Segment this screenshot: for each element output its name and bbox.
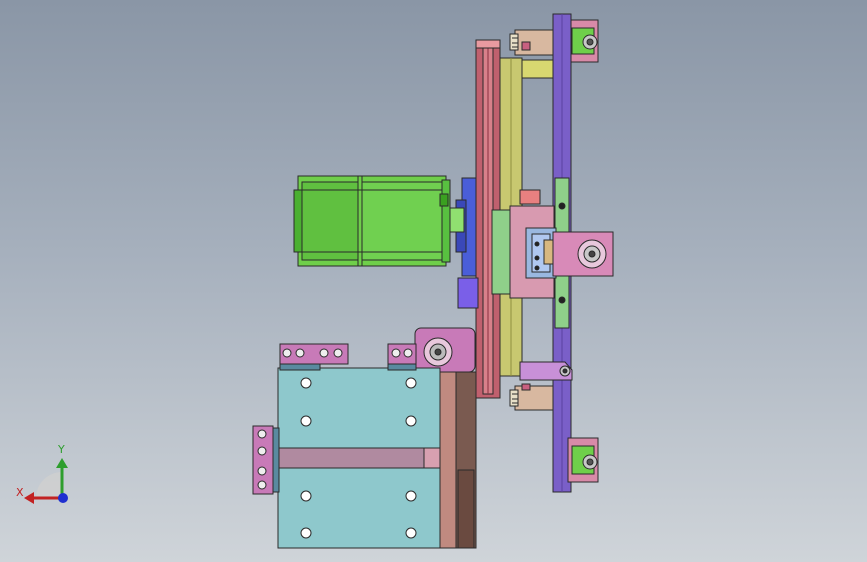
z-axis-arrow-icon (58, 493, 68, 503)
cad-model-view[interactable] (0, 0, 867, 562)
clamp-bracket (414, 327, 476, 373)
rail-bolt-icon (558, 202, 566, 210)
stepper-motor (293, 175, 465, 267)
bar-shim (387, 363, 417, 371)
side-plate-face (439, 371, 457, 549)
orientation-triad[interactable] (24, 458, 68, 504)
x-axis-label: X (16, 486, 24, 499)
top-mounting-bar-left (279, 343, 349, 365)
side-plate-lower (457, 469, 475, 549)
side-mounting-bar (252, 425, 280, 495)
base-block (277, 367, 441, 549)
top-mounting-bar-right (387, 343, 417, 365)
slider-carriage (491, 189, 614, 299)
cad-viewport[interactable]: Y X (0, 0, 867, 562)
rail-bolt-icon (558, 296, 566, 304)
pulley (455, 177, 479, 309)
y-axis-label: Y (58, 443, 65, 456)
bar-shim (279, 363, 321, 371)
bottom-roller-assembly (567, 437, 599, 483)
